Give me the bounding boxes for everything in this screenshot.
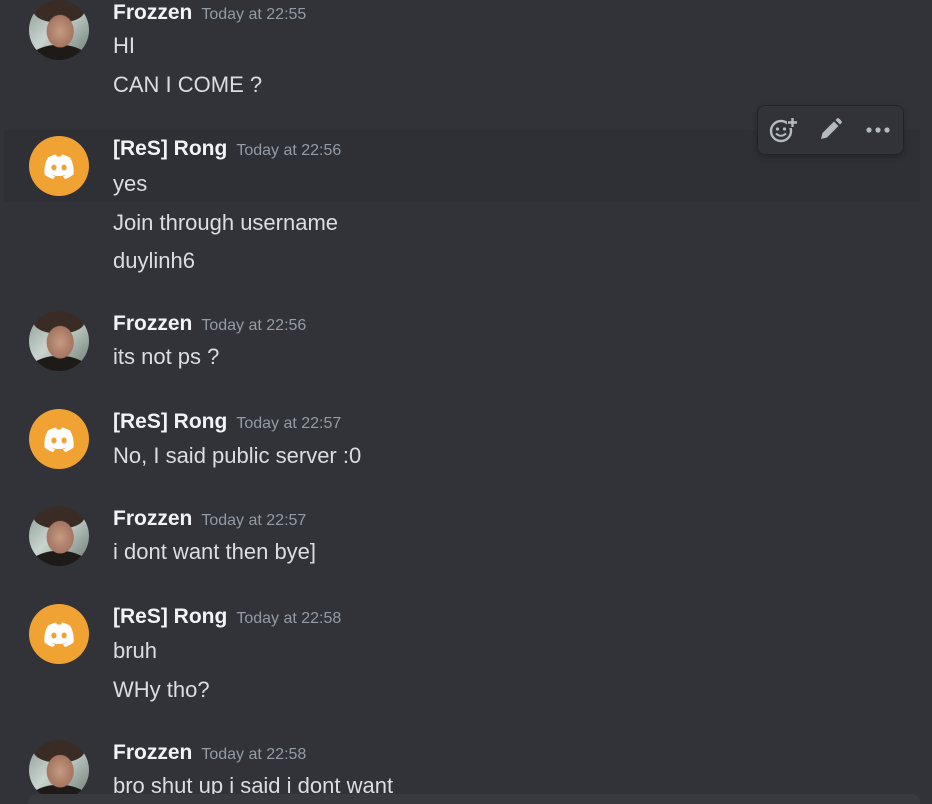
- message-text: WHy tho?: [113, 677, 210, 702]
- author-name[interactable]: Frozzen: [113, 741, 192, 764]
- message-text: its not ps ?: [113, 344, 220, 369]
- discord-logo-icon: [44, 427, 74, 452]
- edit-message-button[interactable]: [810, 112, 850, 148]
- discord-avatar[interactable]: [29, 604, 89, 664]
- message-text: No, I said public server :0: [113, 443, 362, 468]
- author-name[interactable]: [ReS] Rong: [113, 137, 227, 160]
- add-reaction-icon: [769, 117, 798, 143]
- add-reaction-button[interactable]: [763, 112, 803, 148]
- message-timestamp: Today at 22:58: [201, 746, 307, 763]
- discord-avatar[interactable]: [29, 409, 89, 469]
- message-text: HI: [113, 33, 135, 58]
- message-timestamp: Today at 22:58: [236, 610, 342, 627]
- author-name[interactable]: [ReS] Rong: [113, 605, 227, 628]
- author-name[interactable]: [ReS] Rong: [113, 410, 227, 433]
- user-avatar[interactable]: [29, 740, 89, 800]
- more-options-icon: [866, 127, 890, 133]
- user-avatar[interactable]: [29, 506, 89, 566]
- chat-message-list[interactable]: Frozzen Today at 22:55 HI CAN I COME ? [R…: [0, 0, 932, 804]
- discord-logo-icon: [44, 622, 74, 647]
- message-text: Join through username: [113, 210, 339, 235]
- message-timestamp: Today at 22:57: [201, 512, 307, 529]
- author-name[interactable]: Frozzen: [113, 507, 192, 530]
- message-author[interactable]: [ReS] Rong Today at 22:57: [113, 410, 341, 434]
- message-author[interactable]: Frozzen Today at 22:56: [113, 312, 306, 336]
- message-timestamp: Today at 22:55: [201, 6, 307, 23]
- message-author[interactable]: Frozzen Today at 22:55: [113, 1, 306, 25]
- message-author[interactable]: [ReS] Rong Today at 22:56: [113, 137, 341, 161]
- message-input-box[interactable]: [28, 794, 920, 804]
- message-text: CAN I COME ?: [113, 72, 263, 97]
- message-text: i dont want then bye]: [113, 539, 317, 564]
- author-name[interactable]: Frozzen: [113, 1, 192, 24]
- more-options-button[interactable]: [858, 112, 898, 148]
- message-author[interactable]: [ReS] Rong Today at 22:58: [113, 605, 341, 629]
- author-name[interactable]: Frozzen: [113, 312, 192, 335]
- message-hover-toolbar: [757, 105, 904, 155]
- message-text: bruh: [113, 638, 158, 663]
- discord-avatar[interactable]: [29, 136, 89, 196]
- message-timestamp: Today at 22:57: [236, 415, 342, 432]
- message-text: yes: [113, 171, 148, 196]
- user-avatar[interactable]: [29, 311, 89, 371]
- discord-logo-icon: [44, 154, 74, 179]
- message-text: duylinh6: [113, 248, 195, 273]
- message-author[interactable]: Frozzen Today at 22:57: [113, 507, 306, 531]
- message-timestamp: Today at 22:56: [236, 142, 342, 159]
- edit-pencil-icon: [821, 118, 842, 139]
- message-timestamp: Today at 22:56: [201, 317, 307, 334]
- user-avatar[interactable]: [29, 0, 89, 60]
- message-author[interactable]: Frozzen Today at 22:58: [113, 741, 306, 765]
